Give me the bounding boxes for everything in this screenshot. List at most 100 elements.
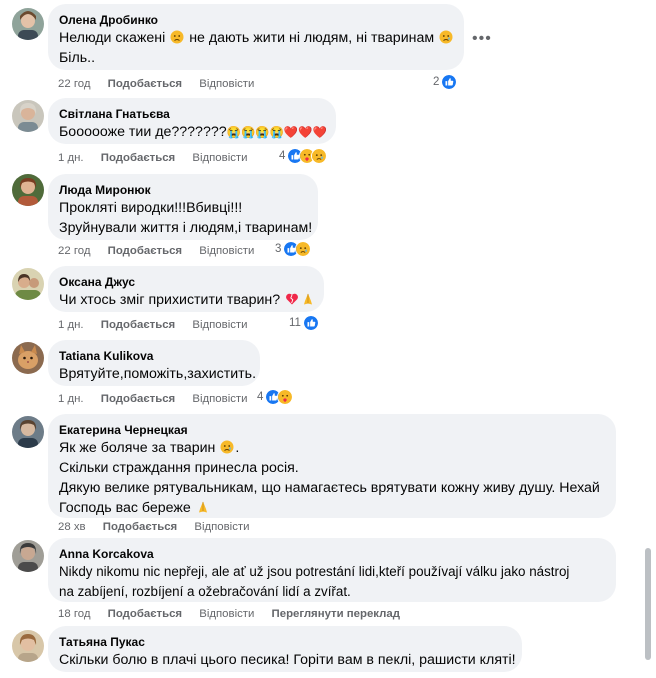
reply-button[interactable]: Відповісти	[199, 78, 254, 90]
comment-bubble: Екатерина Чернецкая Як же боляче за твар…	[48, 414, 616, 518]
comment-bubble: Anna Korcakova Nikdy nikomu nic nepřeji,…	[48, 538, 616, 602]
reaction-summary[interactable]: 4	[279, 148, 328, 164]
comment-text-part: Чи хтось зміг прихистити тварин?	[59, 292, 281, 308]
comment-actions: 28 хв Подобається Відповісти	[58, 520, 263, 534]
reaction-count: 11	[289, 317, 301, 329]
comment-author[interactable]: Татьяна Пукас	[59, 634, 510, 650]
broken-heart-emoji-icon	[286, 293, 299, 305]
avatar[interactable]	[12, 8, 44, 40]
reply-button[interactable]: Відповісти	[199, 245, 254, 257]
avatar[interactable]	[12, 342, 44, 374]
folded-hands-emoji-icon	[198, 501, 207, 513]
comment-text: Біль..	[59, 50, 96, 66]
like-button[interactable]: Подобається	[101, 152, 175, 164]
sad-face-emoji-icon	[439, 30, 453, 44]
reaction-summary[interactable]: 11	[289, 315, 319, 331]
comment-author[interactable]: Олена Дробинко	[59, 12, 452, 28]
reply-button[interactable]: Відповісти	[192, 393, 247, 405]
comment-text: Зруйнували життя і людям,і тваринам!	[59, 220, 313, 236]
comment-item: Tatiana Kulikova Врятуйте,поможіть,захис…	[0, 338, 640, 412]
care-icon	[277, 389, 294, 405]
reply-button[interactable]: Відповісти	[192, 152, 247, 164]
reaction-count: 3	[275, 243, 282, 255]
reaction-summary[interactable]: 2	[433, 74, 458, 90]
comment-text-part: Господь вас береже	[59, 500, 191, 516]
reaction-count: 2	[433, 76, 440, 88]
comment-actions: 22 год Подобається Відповісти	[58, 244, 268, 258]
more-options-icon[interactable]: •••	[472, 30, 492, 48]
comment-actions: 1 дн. Подобається Відповісти	[58, 318, 262, 332]
comment-item: Люда Миронюк Прокляті виродки!!!Вбивці!!…	[0, 172, 640, 264]
comment-timestamp[interactable]: 18 год	[58, 608, 90, 620]
comment-author[interactable]: Anna Korcakova	[59, 546, 604, 562]
comment-author[interactable]: Оксана Джус	[59, 274, 312, 290]
comment-item: Екатерина Чернецкая Як же боляче за твар…	[0, 412, 640, 536]
reaction-count: 4	[279, 150, 286, 162]
like-button[interactable]: Подобається	[103, 521, 177, 533]
like-button[interactable]: Подобається	[101, 393, 175, 405]
comment-bubble: Люда Миронюк Прокляті виродки!!!Вбивці!!…	[48, 174, 318, 240]
comment-text: Прокляті виродки!!!Вбивці!!!	[59, 200, 243, 216]
comment-bubble: Олена Дробинко Нелюди скажені не дають ж…	[48, 4, 464, 70]
comment-text: Як же боляче за тварин .	[59, 440, 240, 456]
like-button[interactable]: Подобається	[108, 245, 182, 257]
comment-actions: 1 дн. Подобається Відповісти	[58, 151, 262, 165]
reply-button[interactable]: Відповісти	[192, 319, 247, 331]
comment-timestamp[interactable]: 1 дн.	[58, 319, 84, 331]
comment-timestamp[interactable]: 22 год	[58, 78, 90, 90]
comment-author[interactable]: Люда Миронюк	[59, 182, 306, 198]
comment-author[interactable]: Tatiana Kulikova	[59, 348, 248, 364]
comment-actions: 18 год Подобається Відповісти Переглянут…	[58, 607, 414, 621]
comment-text: Врятуйте,поможіть,захистить.	[59, 366, 257, 382]
like-button[interactable]: Подобається	[101, 319, 175, 331]
avatar[interactable]	[12, 416, 44, 448]
sad-face-emoji-icon	[220, 440, 234, 454]
scrollbar-thumb[interactable]	[645, 548, 651, 660]
reaction-summary[interactable]: 4	[257, 389, 294, 405]
comment-text: Нелюди скажені не дають жити ні людям, н…	[59, 28, 453, 48]
see-translation-link[interactable]: Переглянути переклад	[272, 608, 400, 620]
comment-text: Nikdy nikomu nic nepřeji, ale ať už jsou…	[59, 564, 570, 579]
comment-timestamp[interactable]: 28 хв	[58, 521, 86, 533]
sad-icon	[295, 241, 312, 257]
sad-icon	[311, 148, 328, 164]
like-icon	[302, 315, 319, 331]
comment-bubble: Tatiana Kulikova Врятуйте,поможіть,захис…	[48, 340, 260, 386]
comment-text-part: Як же боляче за тварин	[59, 440, 216, 456]
reaction-summary[interactable]: 3	[275, 241, 312, 257]
comment-bubble: Татьяна Пукас Скільки болю в плачі цього…	[48, 626, 522, 672]
comment-text: Дякую велике рятувальникам, що намагаєте…	[59, 480, 600, 496]
comment-text: Боооооже тии де???????😭😭😭😭❤️❤️❤️	[59, 122, 327, 143]
comment-item: Татьяна Пукас Скільки болю в плачі цього…	[0, 626, 640, 678]
comment-timestamp[interactable]: 22 год	[58, 245, 90, 257]
comment-actions: 1 дн. Подобається Відповісти	[58, 392, 262, 406]
comment-author[interactable]: Екатерина Чернецкая	[59, 422, 604, 438]
like-button[interactable]: Подобається	[108, 608, 182, 620]
comment-text: Скільки страждання принесла росія.	[59, 460, 299, 476]
comment-item: Оксана Джус Чи хтось зміг прихистити тва…	[0, 264, 640, 338]
avatar[interactable]	[12, 268, 44, 300]
comment-text-part: Боооооже тии де???????	[59, 124, 227, 140]
comment-text-part: не дають жити ні людям, ні тваринам	[189, 30, 435, 46]
comment-bubble: Світлана Гнатьєва Боооооже тии де???????…	[48, 98, 336, 144]
comment-item: Світлана Гнатьєва Боооооже тии де???????…	[0, 96, 640, 172]
avatar[interactable]	[12, 174, 44, 206]
avatar[interactable]	[12, 100, 44, 132]
comment-item: Anna Korcakova Nikdy nikomu nic nepřeji,…	[0, 536, 640, 628]
crying-face-emoji-icon	[170, 30, 184, 44]
comment-timestamp[interactable]: 1 дн.	[58, 152, 84, 164]
avatar[interactable]	[12, 540, 44, 572]
reply-button[interactable]: Відповісти	[199, 608, 254, 620]
comment-text-part: Нелюди скажені	[59, 30, 166, 46]
like-button[interactable]: Подобається	[108, 78, 182, 90]
comment-text: Скільки болю в плачі цього песика! Горіт…	[59, 652, 516, 668]
comment-bubble: Оксана Джус Чи хтось зміг прихистити тва…	[48, 266, 324, 312]
reaction-count: 4	[257, 391, 264, 403]
comment-text: Господь вас береже	[59, 498, 604, 518]
reply-button[interactable]: Відповісти	[194, 521, 249, 533]
avatar[interactable]	[12, 630, 44, 662]
comments-feed: Олена Дробинко Нелюди скажені не дають ж…	[0, 0, 656, 678]
comment-author[interactable]: Світлана Гнатьєва	[59, 106, 324, 122]
comment-text: Чи хтось зміг прихистити тварин?	[59, 290, 313, 310]
comment-timestamp[interactable]: 1 дн.	[58, 393, 84, 405]
